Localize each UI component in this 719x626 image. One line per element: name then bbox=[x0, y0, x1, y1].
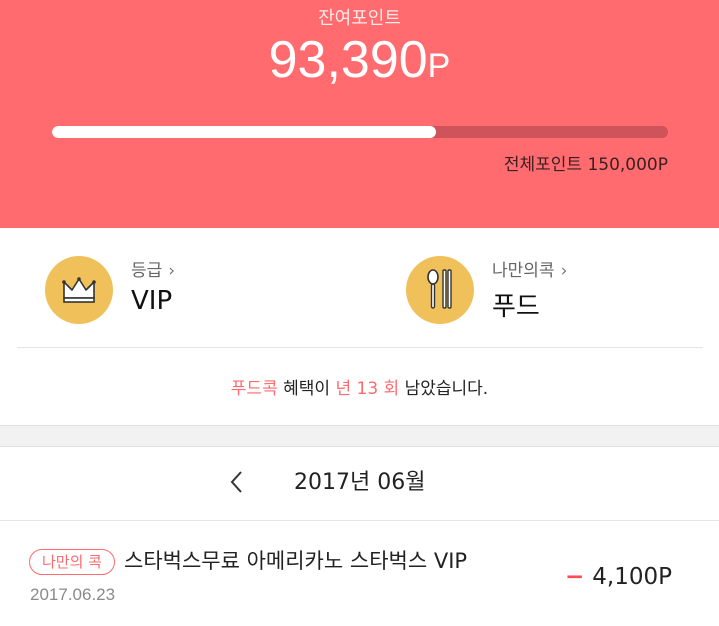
chevron-left-icon bbox=[230, 471, 242, 493]
spoon-chopsticks-icon bbox=[427, 269, 452, 309]
benefit-message: 푸드콕 혜택이 년 13 회 남았습니다. bbox=[0, 374, 719, 399]
grade-icon-circle bbox=[45, 256, 113, 324]
points-unit: P bbox=[427, 47, 451, 85]
points-header: 잔여포인트 93,390P 전체포인트 150,000P bbox=[0, 0, 719, 228]
remaining-points-value: 93,390P bbox=[0, 30, 719, 96]
kong-title-text: 나만의콕 bbox=[492, 261, 555, 281]
points-progress-bar bbox=[52, 126, 668, 138]
total-points-label: 전체포인트 150,000P bbox=[503, 155, 668, 175]
remaining-points-label: 잔여포인트 bbox=[318, 8, 401, 29]
benefit-category: 푸드콕 bbox=[230, 379, 278, 399]
transaction-title: 스타벅스무료 아메리카노 스타벅스 VIP bbox=[124, 549, 468, 573]
grade-title: 등급 › bbox=[131, 256, 175, 281]
section-gap bbox=[0, 425, 719, 447]
grade-value: VIP bbox=[131, 286, 173, 316]
benefit-text-1: 혜택이 bbox=[277, 379, 336, 399]
points-progress-fill bbox=[52, 126, 436, 138]
kong-icon-circle bbox=[406, 256, 474, 324]
grade-title-text: 등급 bbox=[131, 261, 163, 281]
kong-value: 푸드 bbox=[492, 292, 540, 322]
section-divider bbox=[17, 347, 703, 348]
crown-icon bbox=[62, 277, 96, 303]
kong-title: 나만의콕 › bbox=[492, 256, 567, 281]
grade-card[interactable]: 등급 › VIP bbox=[45, 232, 375, 347]
minus-sign: − bbox=[565, 564, 585, 590]
month-navigator: 2017년 06월 bbox=[0, 446, 719, 520]
chevron-right-icon: › bbox=[560, 261, 568, 281]
benefit-count: 년 13 회 bbox=[335, 379, 400, 399]
transaction-badge: 나만의 콕 bbox=[29, 549, 115, 575]
my-kong-card[interactable]: 나만의콕 › 푸드 bbox=[406, 232, 706, 347]
transaction-amount: −4,100P bbox=[565, 564, 672, 590]
current-month-label: 2017년 06월 bbox=[294, 470, 426, 495]
chevron-right-icon: › bbox=[168, 261, 176, 281]
points-number: 93,390 bbox=[268, 31, 428, 89]
amount-value: 4,100P bbox=[592, 564, 672, 590]
transaction-date: 2017.06.23 bbox=[30, 585, 116, 604]
benefit-text-2: 남았습니다. bbox=[399, 379, 489, 399]
transaction-row[interactable]: 나만의 콕 스타벅스무료 아메리카노 스타벅스 VIP 2017.06.23 −… bbox=[0, 521, 719, 626]
previous-month-button[interactable] bbox=[226, 468, 248, 496]
